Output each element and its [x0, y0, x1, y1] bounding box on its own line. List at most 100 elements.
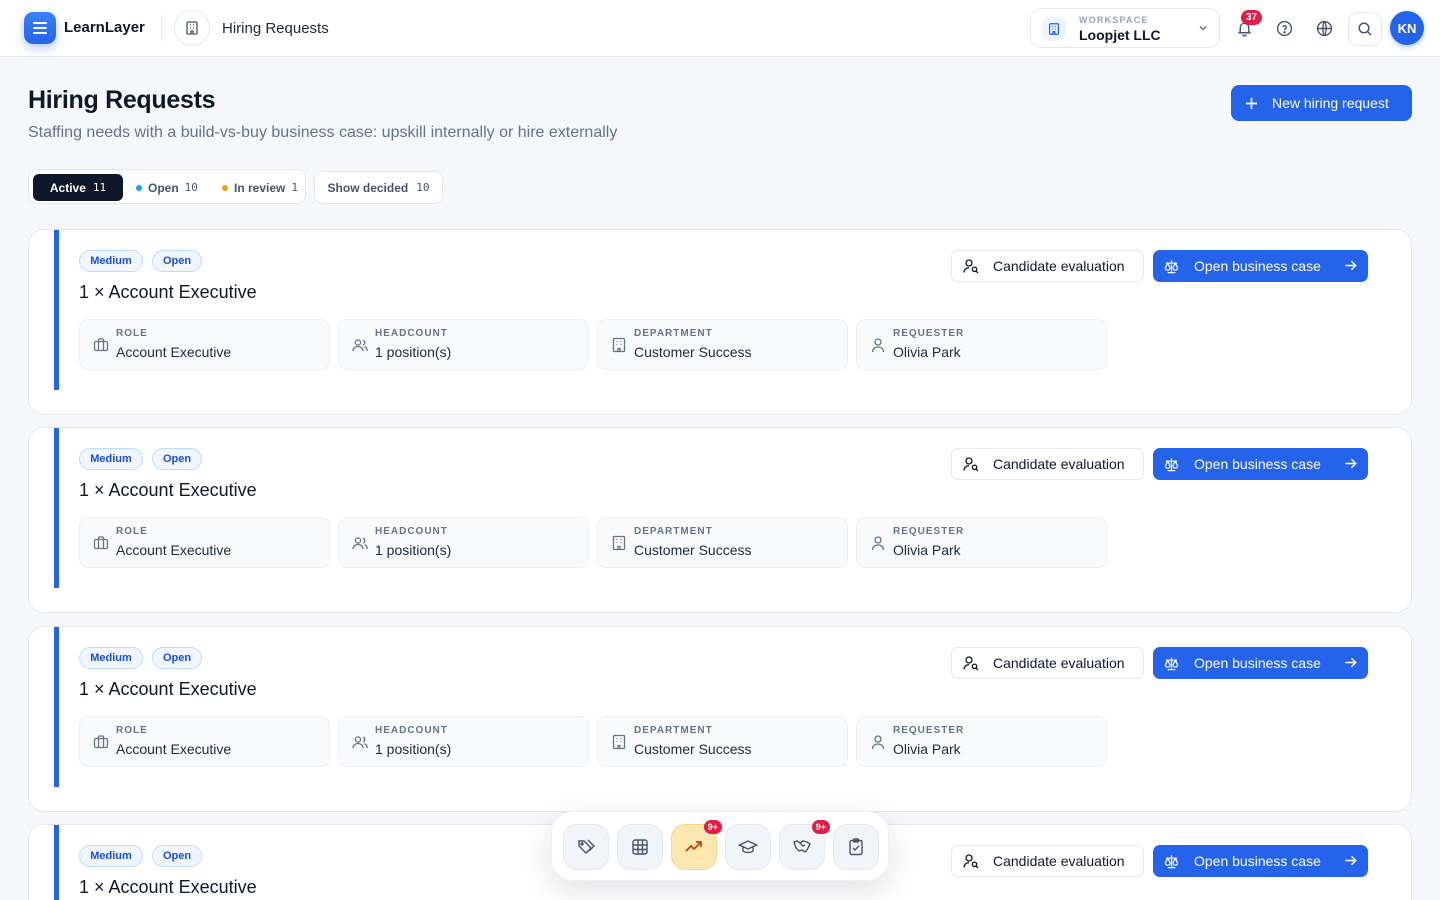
headcount-field: HEADCOUNT 1 position(s) — [338, 716, 589, 767]
new-hiring-request-label: New hiring request — [1272, 95, 1389, 111]
dock-item-tasks[interactable] — [833, 824, 879, 870]
scale-icon — [1164, 259, 1179, 273]
dock-item-partners[interactable]: 9+ — [779, 820, 830, 870]
show-decided-count: 10 — [416, 181, 430, 194]
search-icon — [1358, 22, 1372, 36]
requester-field: REQUESTER Olivia Park — [856, 517, 1107, 568]
filter-in-review-label: In review — [234, 180, 286, 195]
arrow-right-icon — [1345, 855, 1357, 866]
filter-open[interactable]: Open 10 — [136, 174, 198, 201]
candidate-evaluation-button[interactable]: Candidate evaluation — [951, 647, 1144, 679]
card-accent-bar — [54, 428, 59, 588]
top-bar: LearnLayer Hiring Requests WORKSPACE Loo… — [0, 0, 1440, 57]
bottom-dock: 9+ 9+ — [551, 811, 889, 881]
workspace-selector[interactable]: WORKSPACE Loopjet LLC — [1030, 8, 1220, 48]
candidate-evaluation-label: Candidate evaluation — [993, 456, 1125, 472]
page-subtitle: Staffing needs with a build-vs-buy busin… — [28, 124, 618, 141]
requester-field: REQUESTER Olivia Park — [856, 319, 1107, 370]
open-business-case-label: Open business case — [1194, 853, 1321, 869]
headcount-field: HEADCOUNT 1 position(s) — [338, 517, 589, 568]
briefcase-icon — [93, 735, 109, 749]
search-button[interactable] — [1348, 12, 1382, 46]
role-field: ROLE Account Executive — [79, 716, 330, 767]
department-value: Customer Success — [634, 344, 752, 360]
status-filter-group: Active 11 Open 10 In review 1 — [28, 169, 306, 204]
divider — [161, 15, 162, 41]
chevron-down-icon — [1199, 25, 1207, 31]
user-search-icon — [963, 457, 979, 472]
grid-icon — [632, 839, 648, 855]
show-decided-label: Show decided — [327, 180, 409, 195]
hiring-request-card: Medium Open 1 × Account Executive ROLE A… — [28, 427, 1412, 613]
request-title: 1 × Account Executive — [79, 679, 257, 699]
status-badge: Open — [152, 845, 202, 867]
app-name[interactable]: LearnLayer — [64, 19, 145, 36]
scale-icon — [1164, 457, 1179, 471]
request-title: 1 × Account Executive — [79, 480, 257, 500]
help-button[interactable] — [1272, 16, 1296, 40]
globe-icon — [1316, 20, 1332, 36]
dock-badge: 9+ — [811, 820, 830, 834]
building-icon — [186, 21, 198, 35]
candidate-evaluation-button[interactable]: Candidate evaluation — [951, 250, 1144, 282]
requester-value: Olivia Park — [893, 741, 961, 757]
user-search-icon — [963, 656, 979, 671]
notifications-button[interactable]: 37 — [1232, 10, 1263, 40]
arrow-right-icon — [1345, 260, 1357, 271]
dock-item-trending[interactable]: 9+ — [671, 820, 722, 870]
user-icon — [871, 338, 885, 353]
language-button[interactable] — [1312, 16, 1336, 40]
dock-item-learning[interactable] — [725, 824, 771, 870]
open-business-case-button[interactable]: Open business case — [1153, 845, 1368, 877]
request-title: 1 × Account Executive — [79, 282, 257, 302]
page-icon — [174, 10, 210, 46]
department-label: DEPARTMENT — [634, 526, 713, 537]
candidate-evaluation-label: Candidate evaluation — [993, 853, 1125, 869]
department-value: Customer Success — [634, 542, 752, 558]
dock-item-tags[interactable] — [563, 824, 609, 870]
briefcase-icon — [93, 338, 109, 352]
show-decided-toggle[interactable]: Show decided 10 — [314, 171, 443, 204]
filter-in-review[interactable]: In review 1 — [222, 174, 298, 201]
requester-value: Olivia Park — [893, 542, 961, 558]
requester-value: Olivia Park — [893, 344, 961, 360]
building-icon — [612, 535, 626, 551]
filter-active-count: 11 — [92, 181, 107, 194]
role-label: ROLE — [116, 328, 148, 339]
arrow-right-icon — [1345, 657, 1357, 668]
user-search-icon — [963, 854, 979, 869]
review-dot — [222, 184, 228, 191]
user-icon — [871, 735, 885, 750]
building-icon — [612, 337, 626, 353]
candidate-evaluation-button[interactable]: Candidate evaluation — [951, 845, 1144, 877]
users-icon — [352, 537, 368, 550]
priority-badge: Medium — [79, 448, 143, 470]
role-value: Account Executive — [116, 344, 232, 360]
open-business-case-button[interactable]: Open business case — [1153, 647, 1368, 679]
department-field: DEPARTMENT Customer Success — [597, 716, 848, 767]
filter-open-count: 10 — [184, 181, 198, 194]
filter-active[interactable]: Active 11 — [33, 174, 123, 201]
graduation-cap-icon — [738, 840, 758, 854]
new-hiring-request-button[interactable]: New hiring request — [1231, 85, 1412, 121]
headcount-value: 1 position(s) — [375, 542, 452, 558]
candidate-evaluation-button[interactable]: Candidate evaluation — [951, 448, 1144, 480]
hiring-request-card: Medium Open 1 × Account Executive ROLE A… — [28, 229, 1412, 415]
department-label: DEPARTMENT — [634, 328, 713, 339]
hiring-request-card: Medium Open 1 × Account Executive ROLE A… — [28, 626, 1412, 812]
open-business-case-button[interactable]: Open business case — [1153, 250, 1368, 282]
notification-badge: 37 — [1241, 10, 1263, 25]
open-business-case-label: Open business case — [1194, 456, 1321, 472]
requester-label: REQUESTER — [893, 725, 965, 736]
page-title: Hiring Requests — [28, 86, 216, 114]
briefcase-icon — [93, 536, 109, 550]
filter-in-review-count: 1 — [291, 181, 298, 194]
headcount-label: HEADCOUNT — [375, 328, 448, 339]
filter-active-label: Active — [49, 180, 86, 195]
handshake-icon — [793, 840, 811, 853]
dock-item-grid[interactable] — [617, 824, 663, 870]
open-business-case-button[interactable]: Open business case — [1153, 448, 1368, 480]
candidate-evaluation-label: Candidate evaluation — [993, 655, 1125, 671]
menu-button[interactable] — [24, 12, 56, 44]
user-avatar[interactable]: KN — [1390, 11, 1424, 45]
